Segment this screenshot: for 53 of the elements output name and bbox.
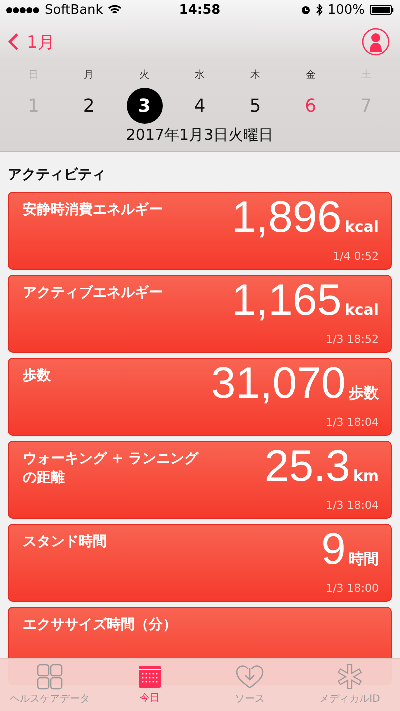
grid-icon bbox=[37, 664, 63, 690]
card-title: 安静時消費エネルギー bbox=[23, 201, 163, 220]
card-unit: km bbox=[353, 467, 379, 485]
weekday-label: 火 bbox=[140, 68, 150, 82]
calendar-icon bbox=[138, 665, 162, 689]
activity-card[interactable]: 安静時消費エネルギー 1,896 kcal 1/4 0:52 bbox=[8, 192, 392, 270]
card-title: スタンド時間 bbox=[23, 533, 107, 552]
signal-icon bbox=[6, 6, 40, 14]
card-title: 歩数 bbox=[23, 367, 51, 386]
battery-percent: 100% bbox=[328, 2, 365, 18]
back-chevron-icon bbox=[8, 33, 19, 51]
weekday-label: 月 bbox=[84, 69, 94, 82]
day-button[interactable]: 4 bbox=[182, 88, 218, 124]
clock-time: 14:58 bbox=[179, 2, 221, 18]
selected-date: 2017年1月3日火曜日 bbox=[125, 126, 275, 145]
day-button[interactable]: 2 bbox=[71, 88, 108, 124]
battery-icon bbox=[370, 5, 394, 15]
weekday-label: 金 bbox=[306, 69, 316, 82]
activity-card[interactable]: 歩数 31,070 歩数 1/3 18:04 bbox=[8, 358, 392, 436]
activity-card[interactable]: アクティブエネルギー 1,165 kcal 1/3 18:52 bbox=[8, 275, 392, 353]
card-unit: kcal bbox=[344, 301, 379, 319]
activity-card[interactable]: スタンド時間 9 時間 1/3 18:00 bbox=[8, 524, 392, 602]
bluetooth-icon bbox=[316, 4, 323, 16]
card-time: 1/3 18:52 bbox=[326, 333, 379, 346]
heart-download-icon bbox=[236, 664, 264, 690]
card-unit: kcal bbox=[344, 218, 379, 236]
wifi-icon bbox=[108, 5, 122, 15]
card-value: 1,896 bbox=[232, 195, 342, 242]
back-button[interactable]: 1月 bbox=[8, 30, 55, 54]
section-header: アクティビティ bbox=[7, 166, 107, 185]
card-title: アクティブエネルギー bbox=[23, 284, 163, 303]
alarm-icon bbox=[300, 5, 311, 15]
card-time: 1/3 18:04 bbox=[326, 416, 379, 429]
card-unit: 歩数 bbox=[349, 384, 379, 403]
card-value: 1,165 bbox=[232, 278, 342, 324]
card-time: 1/4 0:52 bbox=[333, 250, 379, 263]
card-value: 9 bbox=[322, 527, 346, 574]
card-value: 25.3 bbox=[264, 444, 350, 490]
card-title: ウォーキング + ランニングの距離 bbox=[23, 450, 200, 488]
activity-card[interactable]: ウォーキング + ランニングの距離 25.3 km 1/3 18:04 bbox=[8, 441, 392, 519]
weekday-label: 水 bbox=[194, 68, 205, 82]
card-value: 31,070 bbox=[211, 361, 346, 408]
card-title: エクササイズ時間（分） bbox=[23, 616, 177, 635]
card-unit: 時間 bbox=[349, 550, 379, 569]
asterisk-icon bbox=[337, 664, 363, 690]
profile-icon[interactable] bbox=[362, 28, 390, 56]
card-time: 1/3 18:04 bbox=[326, 499, 379, 512]
weekday-label: 木 bbox=[250, 68, 260, 82]
card-time: 1/3 18:00 bbox=[326, 582, 379, 595]
day-button[interactable]: 6 bbox=[292, 88, 329, 124]
day-button[interactable]: 3 bbox=[126, 88, 163, 124]
day-button[interactable]: 5 bbox=[237, 88, 274, 124]
carrier-name: SoftBank bbox=[45, 2, 104, 18]
